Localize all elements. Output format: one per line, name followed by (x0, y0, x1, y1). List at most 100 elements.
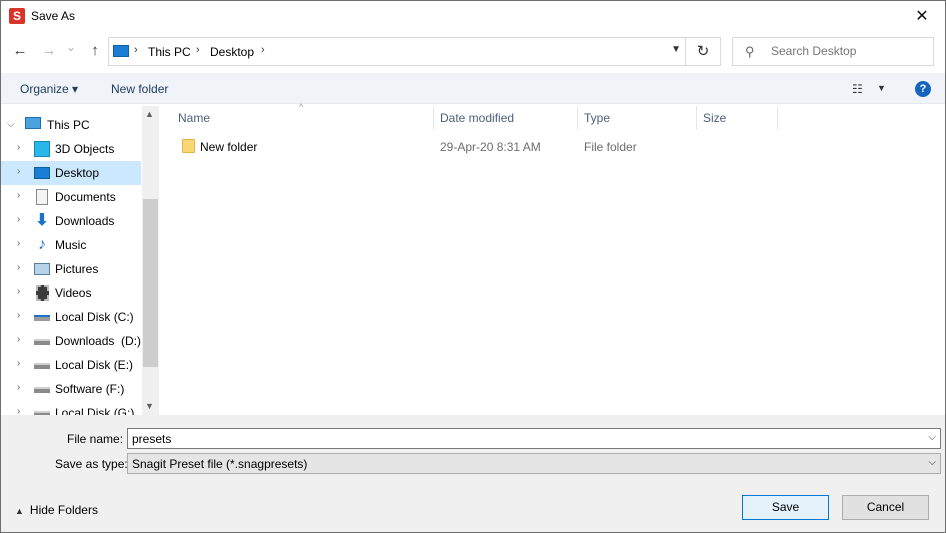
tree-item-label: Local Disk (G:) (55, 406, 135, 415)
scroll-up-icon[interactable]: ▲ (145, 109, 154, 119)
tree-item-videos[interactable]: › Videos (1, 281, 141, 305)
folder-icon (182, 139, 195, 153)
expand-chevron-icon[interactable]: › (17, 238, 20, 249)
address-dropdown-icon[interactable]: ▼ (671, 44, 681, 55)
new-folder-button[interactable]: New folder (111, 82, 168, 96)
tree-item-3d-objects[interactable]: › 3D Objects (1, 137, 141, 161)
up-button[interactable]: ↑ (85, 42, 105, 59)
videos-icon (36, 285, 49, 301)
tree-item-label: Local Disk (C:) (55, 310, 134, 324)
view-dropdown-icon[interactable]: ▼ (877, 83, 886, 93)
expand-chevron-icon[interactable]: › (17, 142, 20, 153)
search-input[interactable] (771, 44, 926, 58)
chevron-down-icon[interactable]: ⌵ (928, 432, 936, 443)
savetype-label: Save as type: (55, 457, 128, 471)
column-header-type[interactable]: Type (578, 106, 697, 130)
tree-item-local-disk-e[interactable]: › Local Disk (E:) (1, 353, 141, 377)
tree-item-downloads[interactable]: › ⬇ Downloads (1, 209, 141, 233)
tree-item-label: This PC (47, 118, 90, 132)
snagit-app-icon: S (9, 8, 25, 24)
tree-item-label: Videos (55, 286, 92, 300)
this-pc-icon (113, 45, 129, 57)
cube-icon (34, 141, 50, 157)
hide-folders-toggle[interactable]: ▲ Hide Folders (15, 503, 98, 517)
help-icon[interactable]: ? (915, 81, 931, 97)
search-icon: ⚲ (745, 44, 755, 59)
tree-item-label: Downloads (D:) (55, 334, 142, 348)
navigation-bar: ← → ⌄ ↑ › This PC › Desktop › ▼ ↻ ⚲ (1, 36, 945, 68)
chevron-down-icon[interactable]: ⌵ (928, 457, 936, 468)
nav-scrollbar[interactable]: ▲ ▼ (142, 106, 159, 415)
address-bar[interactable]: › This PC › Desktop › ▼ (108, 37, 686, 66)
refresh-button[interactable]: ↻ (686, 37, 721, 66)
forward-button[interactable]: → (39, 42, 59, 59)
drive-icon (34, 363, 50, 369)
close-button[interactable]: ✕ (899, 1, 945, 32)
breadcrumb-this-pc[interactable]: This PC (148, 45, 191, 59)
expand-chevron-icon[interactable]: › (17, 382, 20, 393)
cancel-button[interactable]: Cancel (842, 495, 929, 520)
savetype-select[interactable]: Snagit Preset file (*.snagpresets) ⌵ (127, 453, 941, 474)
tree-item-label: Downloads (55, 214, 115, 228)
column-header-size[interactable]: Size (697, 106, 778, 130)
column-header-date[interactable]: Date modified (434, 106, 578, 130)
tree-item-local-disk-g[interactable]: › Local Disk (G:) (1, 401, 141, 415)
save-options-panel: File name: ⌵ Save as type: Snagit Preset… (1, 415, 945, 532)
scroll-down-icon[interactable]: ▼ (145, 401, 154, 411)
tree-item-label: Local Disk (E:) (55, 358, 134, 372)
collapse-chevron-icon[interactable]: ⌵ (7, 119, 15, 130)
filename-label: File name: (67, 432, 124, 446)
tree-item-label: 3D Objects (55, 142, 115, 156)
expand-chevron-icon[interactable]: › (17, 286, 20, 297)
expand-chevron-icon[interactable]: › (17, 262, 20, 273)
document-icon (36, 189, 48, 205)
search-box[interactable]: ⚲ (732, 37, 934, 66)
tree-item-desktop[interactable]: › Desktop (1, 161, 141, 185)
tree-item-label: Desktop (55, 166, 100, 180)
savetype-value: Snagit Preset file (*.snagpresets) (132, 457, 308, 471)
tree-item-software-f[interactable]: › Software (F:) (1, 377, 141, 401)
save-button[interactable]: Save (742, 495, 829, 520)
navigation-pane: ⌵ This PC › 3D Objects › Desktop › Docum… (1, 106, 159, 415)
tree-item-label: Software (F:) (55, 382, 125, 396)
file-list: ^ Name Date modified Type Size New folde… (159, 102, 945, 415)
view-options-icon[interactable]: ☷ (852, 82, 863, 96)
column-header-label: Date modified (440, 111, 515, 125)
expand-chevron-icon[interactable]: › (17, 214, 20, 225)
organize-menu[interactable]: Organize ▾ (20, 82, 78, 96)
download-icon: ⬇ (35, 212, 49, 229)
tree-item-local-disk-c[interactable]: › Local Disk (C:) (1, 305, 141, 329)
filename-input[interactable] (132, 432, 912, 446)
crumb-separator-icon[interactable]: › (134, 44, 138, 56)
column-header-name[interactable]: Name (172, 106, 434, 130)
column-header-label: Size (703, 111, 727, 125)
file-name[interactable]: New folder (200, 140, 257, 154)
expand-chevron-icon[interactable]: › (17, 190, 20, 201)
tree-item-music[interactable]: › ♪ Music (1, 233, 141, 257)
recent-locations-button[interactable]: ⌄ (64, 40, 78, 54)
title-bar: S Save As ✕ (1, 1, 945, 32)
scrollbar-thumb[interactable] (143, 199, 158, 367)
tree-item-label: Documents (55, 190, 116, 204)
back-button[interactable]: ← (10, 42, 30, 59)
expand-chevron-icon[interactable]: › (17, 406, 20, 415)
expand-chevron-icon[interactable]: › (17, 334, 20, 345)
drive-icon (34, 339, 50, 345)
filename-field[interactable]: ⌵ (127, 428, 941, 449)
expand-chevron-icon[interactable]: › (17, 166, 20, 177)
tree-item-downloads-d[interactable]: › Downloads (D:) (1, 329, 141, 353)
tree-item-documents[interactable]: › Documents (1, 185, 141, 209)
expand-chevron-icon[interactable]: › (17, 310, 20, 321)
tree-item-pictures[interactable]: › Pictures (1, 257, 141, 281)
crumb-separator-icon[interactable]: › (261, 44, 265, 56)
crumb-separator-icon[interactable]: › (196, 44, 200, 56)
breadcrumb-desktop[interactable]: Desktop (210, 45, 254, 59)
tree-item-this-pc[interactable]: ⌵ This PC (1, 113, 141, 137)
hide-folders-label: Hide Folders (29, 503, 98, 517)
column-header-label: Name (178, 111, 211, 125)
pictures-icon (34, 263, 50, 275)
expand-chevron-icon[interactable]: › (17, 358, 20, 369)
column-header-label: Type (584, 111, 611, 125)
caret-up-icon: ▲ (15, 506, 24, 516)
window-title: Save As (31, 9, 76, 23)
